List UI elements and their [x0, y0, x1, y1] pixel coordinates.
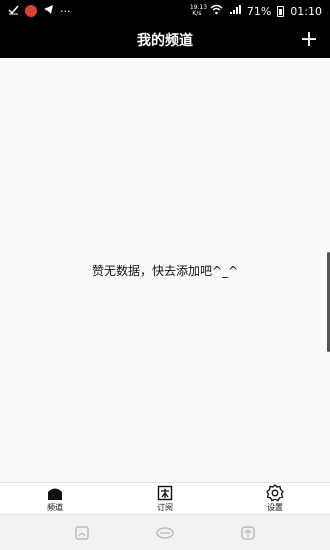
signal-icon: [229, 4, 241, 18]
tab-subscribe-label: 订阅: [157, 503, 173, 512]
recent-apps-icon[interactable]: [68, 519, 96, 547]
tab-channels[interactable]: 频道: [0, 483, 110, 514]
subscribe-icon: [157, 484, 173, 501]
bottom-tab-bar: 频道 订阅 设置: [0, 482, 330, 514]
download-check-icon: [8, 4, 19, 18]
system-nav-bar: [0, 514, 330, 550]
tab-subscribe[interactable]: 订阅: [110, 483, 220, 514]
header: 我的频道 +: [0, 22, 330, 58]
tab-settings[interactable]: 设置: [220, 483, 330, 514]
gear-icon: [266, 483, 284, 501]
home-nav-icon[interactable]: [151, 519, 179, 547]
status-right-group: 19.13 K/s 71% 01:10: [190, 4, 322, 18]
wifi-icon: [210, 4, 223, 18]
tab-settings-label: 设置: [267, 503, 283, 512]
empty-state-message: 赞无数据，快去添加吧^_^: [91, 264, 239, 278]
home-icon: [46, 484, 64, 501]
tab-channels-label: 频道: [47, 503, 63, 512]
network-speed: 19.13 K/s: [189, 4, 208, 17]
channel-list-area[interactable]: 赞无数据，快去添加吧^_^: [0, 58, 330, 482]
battery-icon: [277, 5, 285, 17]
clock: 01:10: [290, 4, 322, 18]
back-icon[interactable]: [234, 519, 262, 547]
more-notifications: ···: [60, 4, 71, 18]
page-title: 我的频道: [137, 33, 193, 49]
add-channel-button[interactable]: +: [298, 29, 320, 51]
status-bar: ··· 19.13 K/s 71% 01:10: [0, 0, 330, 22]
telegram-icon: [43, 4, 54, 18]
app-notification-icon: [25, 5, 37, 17]
status-left-group: ···: [8, 4, 71, 18]
battery-percent: 71%: [246, 4, 272, 18]
